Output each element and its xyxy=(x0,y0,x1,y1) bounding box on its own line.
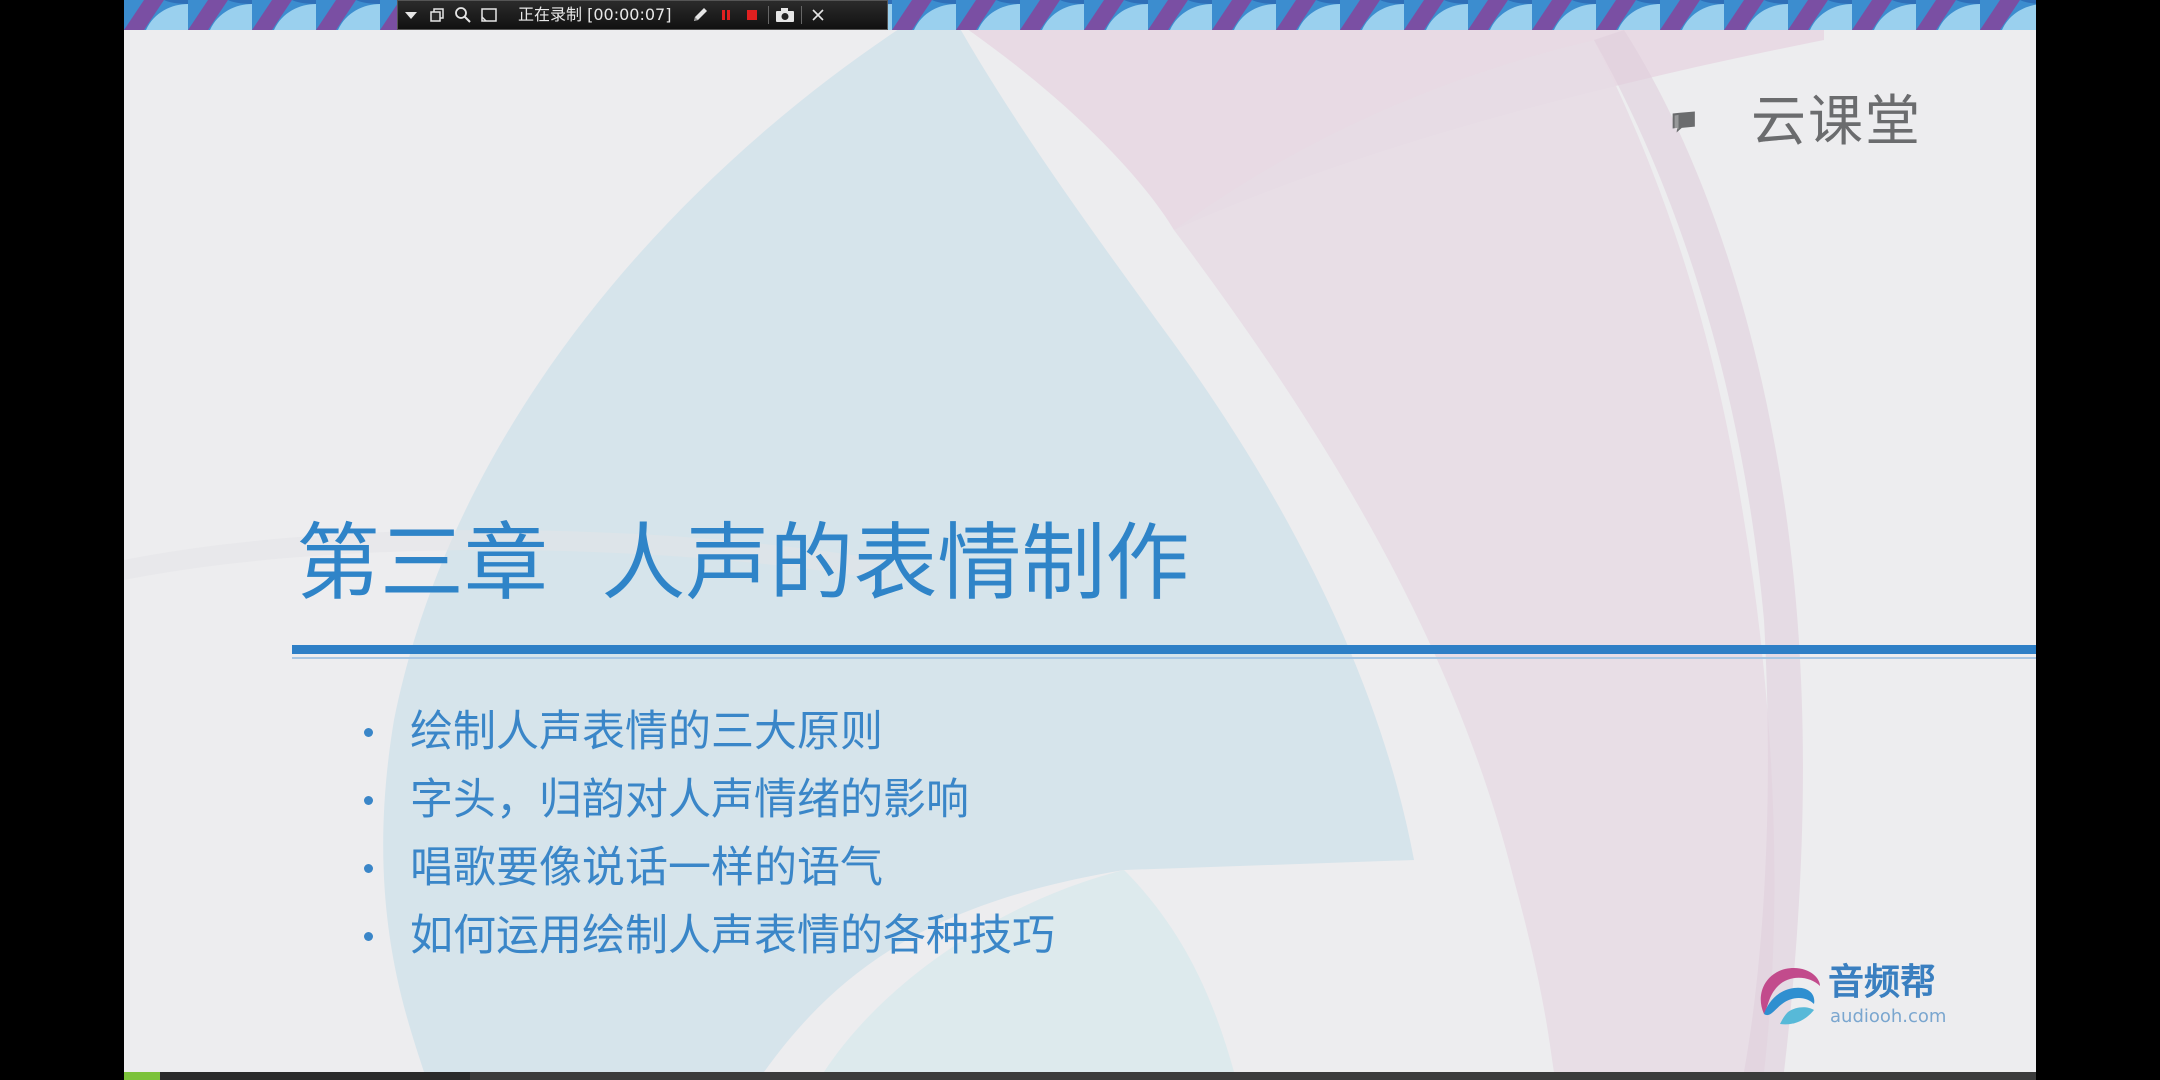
list-item-text: 如何运用绘制人声表情的各种技巧 xyxy=(410,911,1055,961)
footer-logo-name: 音频帮 xyxy=(1828,962,1937,1003)
region-select-icon[interactable] xyxy=(476,1,502,29)
title-divider xyxy=(292,645,2036,654)
brand-logo-name: 云课堂 xyxy=(1751,89,1923,153)
dropdown-arrow-icon[interactable] xyxy=(398,1,424,29)
zoom-icon[interactable] xyxy=(450,1,476,29)
bullet-dot-icon xyxy=(364,932,373,941)
list-item: 如何运用绘制人声表情的各种技巧 xyxy=(364,902,1055,970)
presentation-slide: 云课堂 第三章 人声的表情制作 绘制人声表情的三大原则 字头，归韵对人声情绪的影… xyxy=(124,0,2036,1072)
list-item: 唱歌要像说话一样的语气 xyxy=(364,834,1055,902)
pen-icon[interactable] xyxy=(687,1,713,29)
list-item-text: 绘制人声表情的三大原则 xyxy=(410,707,883,757)
window-restore-icon[interactable] xyxy=(424,1,450,29)
toolbar-separator xyxy=(768,6,770,24)
swirl-logo-icon xyxy=(1760,968,1820,1025)
recording-toolbar: 正在录制 [00:00:07] xyxy=(397,0,888,30)
stop-icon[interactable] xyxy=(739,1,765,29)
title-divider-thin xyxy=(292,657,2036,659)
toolbar-separator xyxy=(801,6,803,24)
bottom-bar-track xyxy=(470,1072,2036,1080)
list-item-text: 唱歌要像说话一样的语气 xyxy=(410,843,883,893)
chat-bubble-icon xyxy=(1672,111,1695,133)
bullet-list: 绘制人声表情的三大原则 字头，归韵对人声情绪的影响 唱歌要像说话一样的语气 如何… xyxy=(364,698,1055,970)
bullet-dot-icon xyxy=(364,728,373,737)
list-item: 绘制人声表情的三大原则 xyxy=(364,698,1055,766)
bullet-dot-icon xyxy=(364,864,373,873)
camera-icon[interactable] xyxy=(772,1,798,29)
footer-logo-url: audiooh.com xyxy=(1830,1006,1947,1027)
pause-icon[interactable] xyxy=(713,1,739,29)
slide-title: 第三章 人声的表情制作 xyxy=(296,514,1190,612)
recording-status: 正在录制 [00:00:07] xyxy=(518,5,672,24)
bullet-dot-icon xyxy=(364,796,373,805)
list-item: 字头，归韵对人声情绪的影响 xyxy=(364,766,1055,834)
list-item-text: 字头，归韵对人声情绪的影响 xyxy=(410,775,969,825)
screen: 云课堂 第三章 人声的表情制作 绘制人声表情的三大原则 字头，归韵对人声情绪的影… xyxy=(0,0,2160,1080)
close-icon[interactable] xyxy=(805,1,831,29)
bottom-progress-indicator xyxy=(124,1072,160,1080)
